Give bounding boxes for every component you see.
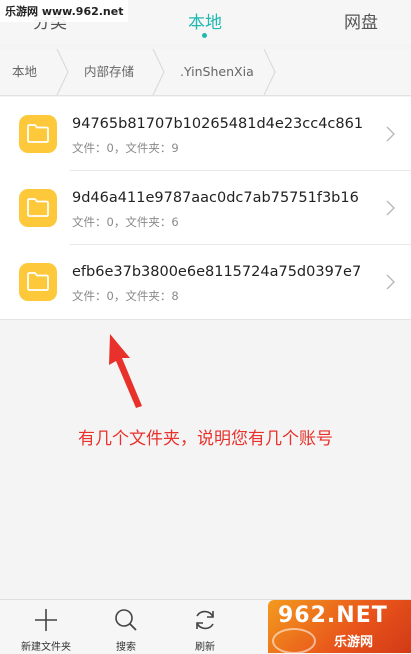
folder-info: 文件：0，文件夹：8 <box>72 289 179 303</box>
new-folder-button[interactable]: 新建文件夹 <box>8 600 84 654</box>
search-icon <box>115 609 137 631</box>
tab-cloud-disk[interactable]: 网盘 <box>311 8 411 33</box>
folder-icon <box>19 189 57 227</box>
refresh-icon <box>196 610 214 630</box>
tab-local[interactable]: 本地 <box>155 8 255 33</box>
chevron-right-icon <box>386 126 395 142</box>
search-button[interactable]: 搜索 <box>88 600 164 654</box>
folder-name: 9d46a411e9787aac0dc7ab75751f3b16 <box>72 190 359 206</box>
folder-icon <box>19 115 57 153</box>
logo-main-text: 962.NET <box>278 603 388 628</box>
annotation-text: 有几个文件夹，说明您有几个账号 <box>78 429 333 449</box>
plus-icon <box>35 609 57 631</box>
breadcrumb-separator-icon <box>263 49 276 95</box>
breadcrumb-item-local[interactable]: 本地 <box>12 49 37 95</box>
logo-sub-text: 乐游网 <box>334 635 374 650</box>
folder-row[interactable]: 94765b81707b10265481d4e23cc4c861 文件：0，文件… <box>0 97 411 171</box>
folder-icon <box>19 263 57 301</box>
breadcrumb-item-yinshenxia[interactable]: .YinShenXia <box>180 49 254 95</box>
active-tab-indicator <box>202 33 207 38</box>
new-folder-label: 新建文件夹 <box>21 642 71 653</box>
site-watermark: 乐游网 www.962.net <box>0 0 129 22</box>
logo-ring <box>272 628 316 653</box>
breadcrumb-item-internal-storage[interactable]: 内部存储 <box>84 49 134 95</box>
folder-list: 94765b81707b10265481d4e23cc4c861 文件：0，文件… <box>0 97 411 319</box>
refresh-button[interactable]: 刷新 <box>167 600 243 654</box>
folder-name: efb6e37b3800e6e8115724a75d0397e7 <box>72 264 362 280</box>
breadcrumb: 本地 内部存储 .YinShenXia <box>0 49 411 96</box>
chevron-right-icon <box>386 274 395 290</box>
breadcrumb-separator-icon <box>152 49 165 95</box>
search-label: 搜索 <box>116 642 136 653</box>
chevron-right-icon <box>386 200 395 216</box>
folder-row[interactable]: efb6e37b3800e6e8115724a75d0397e7 文件：0，文件… <box>0 245 411 319</box>
folder-info: 文件：0，文件夹：9 <box>72 141 179 155</box>
folder-info: 文件：0，文件夹：6 <box>72 215 179 229</box>
list-bottom-divider <box>0 319 411 320</box>
annotation-arrow-icon <box>109 334 142 408</box>
folder-name: 94765b81707b10265481d4e23cc4c861 <box>72 116 364 132</box>
site-logo: 962.NET 乐游网 <box>268 600 411 653</box>
refresh-label: 刷新 <box>195 642 215 653</box>
breadcrumb-separator-icon <box>56 49 69 95</box>
folder-row[interactable]: 9d46a411e9787aac0dc7ab75751f3b16 文件：0，文件… <box>0 171 411 245</box>
